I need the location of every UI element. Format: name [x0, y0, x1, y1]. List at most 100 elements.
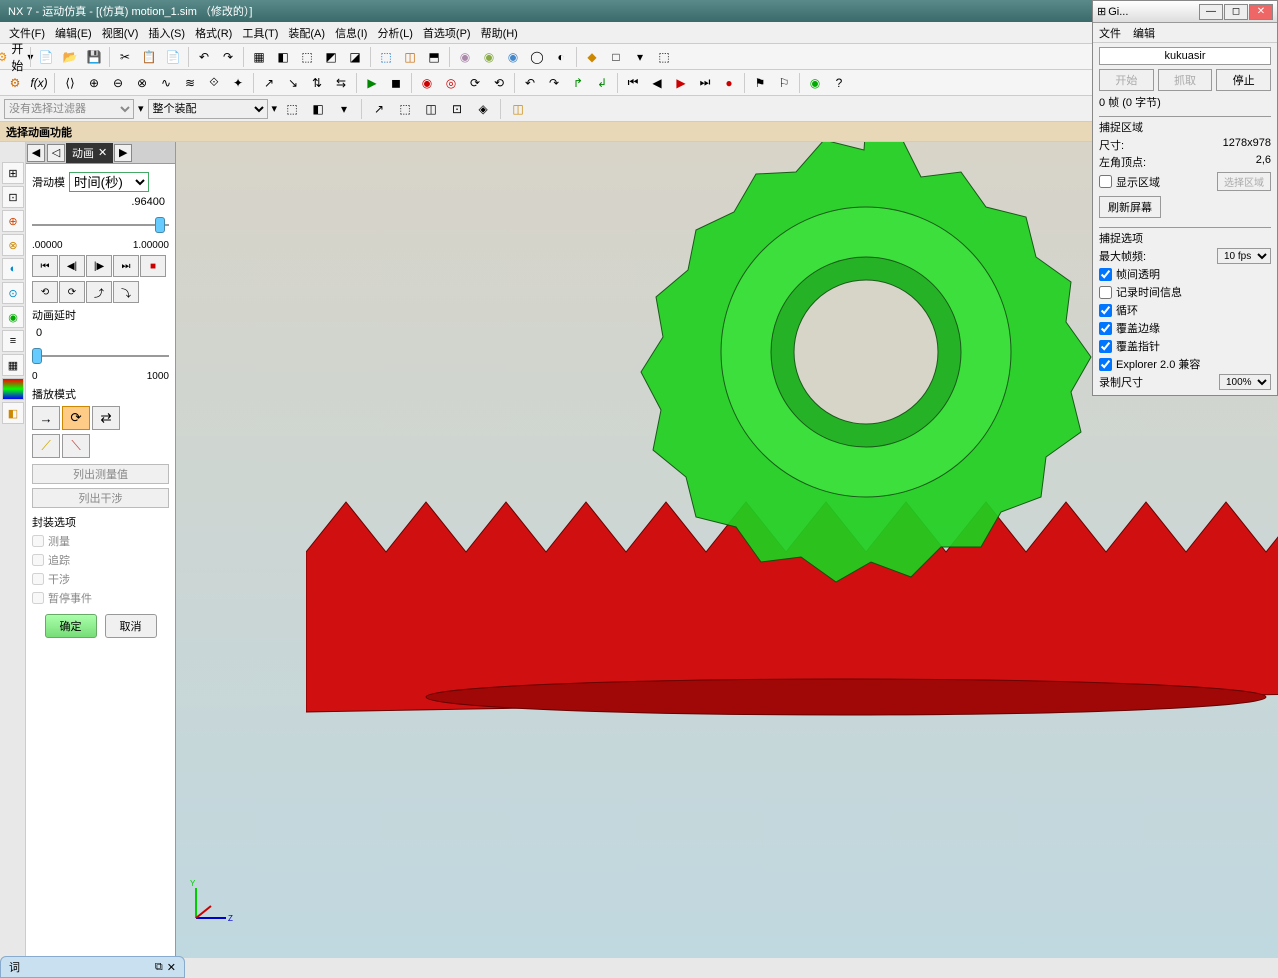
flag-icon[interactable]: ⚑: [749, 72, 771, 94]
tab-animation[interactable]: 动画 ✕: [66, 143, 113, 163]
fx-icon[interactable]: f(x): [28, 72, 50, 94]
cut-icon[interactable]: ✂: [114, 46, 136, 68]
nav-icon[interactable]: ↲: [591, 72, 613, 94]
shade-icon[interactable]: □: [605, 46, 627, 68]
nav-icon[interactable]: ↷: [543, 72, 565, 94]
render-icon[interactable]: ◉: [454, 46, 476, 68]
menu-tools[interactable]: 工具(T): [238, 23, 282, 43]
rec-icon[interactable]: ⏮: [622, 72, 644, 94]
gif-menu-file[interactable]: 文件: [1099, 25, 1121, 41]
shade-icon[interactable]: ⬚: [653, 46, 675, 68]
menu-insert[interactable]: 插入(S): [144, 23, 189, 43]
assembly-icon[interactable]: ◫: [507, 98, 529, 120]
play-end-icon[interactable]: ⏭: [113, 255, 139, 277]
filter-icon[interactable]: ◧: [307, 98, 329, 120]
new-icon[interactable]: 📄: [35, 46, 57, 68]
menu-prefs[interactable]: 首选项(P): [419, 23, 475, 43]
show-area-check[interactable]: [1099, 175, 1112, 188]
filter-icon[interactable]: ⬚: [281, 98, 303, 120]
opt-timeinfo-check[interactable]: [1099, 286, 1112, 299]
filter-select[interactable]: 没有选择过滤器: [4, 99, 134, 119]
menu-info[interactable]: 信息(I): [331, 23, 371, 43]
tool-icon[interactable]: ⟳: [59, 281, 85, 303]
tab-prev-icon[interactable]: ◁: [47, 144, 65, 162]
link-icon[interactable]: ⟋: [32, 434, 60, 458]
opt-transparent-check[interactable]: [1099, 268, 1112, 281]
close-icon[interactable]: ✕: [1249, 4, 1273, 20]
gif-start-button[interactable]: 开始: [1099, 69, 1154, 91]
max-fps-select[interactable]: 10 fps: [1217, 248, 1271, 264]
navigator-icon[interactable]: ≡: [2, 330, 24, 352]
assembly-select[interactable]: 整个装配: [148, 99, 268, 119]
shade-icon[interactable]: ◆: [581, 46, 603, 68]
navigator-icon[interactable]: ⊕: [2, 210, 24, 232]
joint-icon[interactable]: ⟐: [203, 72, 225, 94]
rec-size-select[interactable]: 100%: [1219, 374, 1271, 390]
tool-icon[interactable]: ▦: [248, 46, 270, 68]
joint-icon[interactable]: ⊕: [83, 72, 105, 94]
tab-prev-icon[interactable]: ◀: [27, 144, 45, 162]
joint-icon[interactable]: ⊗: [131, 72, 153, 94]
navigator-icon[interactable]: ◐: [2, 258, 24, 280]
help-icon[interactable]: ?: [828, 72, 850, 94]
sel-icon[interactable]: ◫: [420, 98, 442, 120]
result-icon[interactable]: ◎: [440, 72, 462, 94]
mode-once-icon[interactable]: →: [32, 406, 60, 430]
gif-stop-button[interactable]: 停止: [1216, 69, 1271, 91]
list-interference-button[interactable]: 列出干涉: [32, 488, 169, 508]
result-icon[interactable]: ◉: [416, 72, 438, 94]
menu-assembly[interactable]: 装配(A): [284, 23, 329, 43]
tool-icon[interactable]: ⤴: [86, 281, 112, 303]
sel-icon[interactable]: ⬚: [394, 98, 416, 120]
result-icon[interactable]: ⟲: [488, 72, 510, 94]
motion-icon[interactable]: ⚙: [4, 72, 26, 94]
render-icon[interactable]: ◉: [502, 46, 524, 68]
delay-slider[interactable]: [32, 345, 169, 367]
gif-menu-edit[interactable]: 编辑: [1133, 25, 1155, 41]
close-icon[interactable]: ✕: [98, 146, 107, 159]
paste-icon[interactable]: 📄: [162, 46, 184, 68]
link-icon[interactable]: ⟍: [62, 434, 90, 458]
nav-icon[interactable]: ↶: [519, 72, 541, 94]
menu-format[interactable]: 格式(R): [191, 23, 236, 43]
menu-view[interactable]: 视图(V): [98, 23, 143, 43]
navigator-icon[interactable]: ⊞: [2, 162, 24, 184]
render-icon[interactable]: ◐: [550, 46, 572, 68]
chevron-down-icon[interactable]: ▾: [138, 102, 144, 115]
pin-icon[interactable]: ⧉: [155, 961, 163, 974]
slide-unit-select[interactable]: 时间(秒): [69, 172, 149, 192]
copy-icon[interactable]: 📋: [138, 46, 160, 68]
tool-icon[interactable]: ⟲: [32, 281, 58, 303]
tool-icon[interactable]: ◧: [272, 46, 294, 68]
force-icon[interactable]: ↗: [258, 72, 280, 94]
joint-icon[interactable]: ≋: [179, 72, 201, 94]
tool-icon[interactable]: ⤵: [113, 281, 139, 303]
start-button[interactable]: ⚙ 开始 ▾: [4, 46, 26, 68]
gif-grab-button[interactable]: 抓取: [1158, 69, 1213, 91]
tab-next-icon[interactable]: ▶: [114, 144, 132, 162]
play-stop-icon[interactable]: ■: [140, 255, 166, 277]
close-icon[interactable]: ✕: [167, 961, 176, 974]
navigator-icon[interactable]: ▦: [2, 354, 24, 376]
play-back-icon[interactable]: ◀|: [59, 255, 85, 277]
chevron-down-icon[interactable]: ▾: [272, 102, 278, 115]
rec-icon[interactable]: ▶: [670, 72, 692, 94]
navigator-icon[interactable]: ⊙: [2, 282, 24, 304]
joint-icon[interactable]: ✦: [227, 72, 249, 94]
mode-loop-icon[interactable]: ⟳: [62, 406, 90, 430]
chevron-down-icon[interactable]: ▾: [333, 98, 355, 120]
navigator-icon[interactable]: ⊡: [2, 186, 24, 208]
sel-icon[interactable]: ↗: [368, 98, 390, 120]
tool-icon[interactable]: ◩: [320, 46, 342, 68]
list-measure-button[interactable]: 列出测量值: [32, 464, 169, 484]
rec-icon[interactable]: ●: [718, 72, 740, 94]
menu-analysis[interactable]: 分析(L): [373, 23, 416, 43]
bottom-tab[interactable]: 词 ⧉ ✕: [0, 956, 185, 978]
navigator-icon[interactable]: ◉: [2, 306, 24, 328]
navigator-icon[interactable]: ⊗: [2, 234, 24, 256]
opt-loop-check[interactable]: [1099, 304, 1112, 317]
cancel-button[interactable]: 取消: [105, 614, 157, 638]
solver-icon[interactable]: ▶: [361, 72, 383, 94]
navigator-icon[interactable]: ◧: [2, 402, 24, 424]
link-icon[interactable]: ⟨⟩: [59, 72, 81, 94]
